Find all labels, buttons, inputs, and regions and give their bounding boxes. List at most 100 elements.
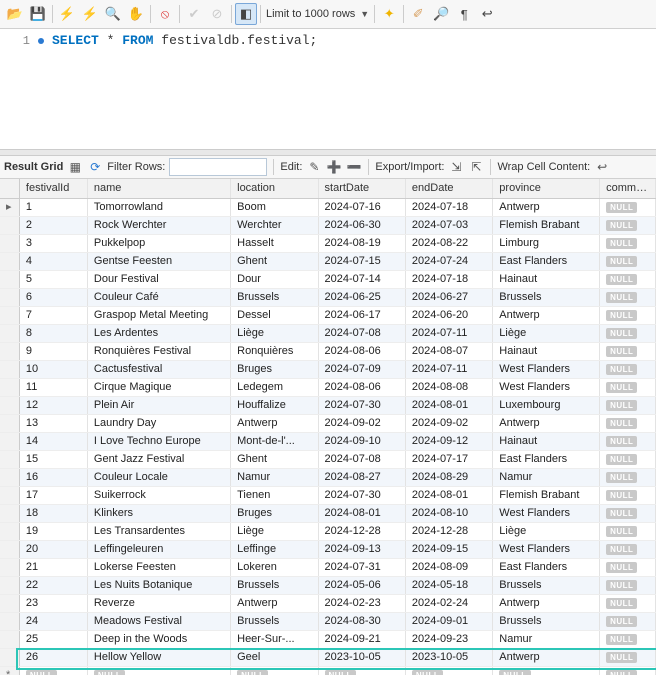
cell[interactable]: Leffingeleuren bbox=[87, 541, 230, 559]
cell[interactable]: 7 bbox=[19, 307, 87, 325]
cell[interactable]: NULL bbox=[600, 577, 656, 595]
cell[interactable]: Boom bbox=[231, 199, 318, 217]
cell[interactable]: 2024-06-27 bbox=[405, 289, 492, 307]
sql-editor[interactable]: 1 SELECT * FROM festivaldb.festival; bbox=[0, 29, 656, 149]
row-header[interactable] bbox=[0, 595, 19, 613]
table-row[interactable]: 14I Love Techno EuropeMont-de-l'...2024-… bbox=[0, 433, 656, 451]
table-row[interactable]: 9Ronquières FestivalRonquières2024-08-06… bbox=[0, 343, 656, 361]
row-header[interactable] bbox=[0, 217, 19, 235]
cell[interactable]: 2024-07-15 bbox=[318, 253, 405, 271]
row-header[interactable] bbox=[0, 631, 19, 649]
cell[interactable]: Dessel bbox=[231, 307, 318, 325]
cell[interactable]: 2024-09-02 bbox=[405, 415, 492, 433]
explain-icon[interactable]: 🔍 bbox=[102, 3, 124, 25]
cell[interactable]: Liège bbox=[231, 325, 318, 343]
cell[interactable]: East Flanders bbox=[493, 451, 600, 469]
cell[interactable]: NULL bbox=[600, 217, 656, 235]
cell[interactable]: 8 bbox=[19, 325, 87, 343]
cell[interactable]: Suikerrock bbox=[87, 487, 230, 505]
cell[interactable]: 2024-08-27 bbox=[318, 469, 405, 487]
cell[interactable]: 10 bbox=[19, 361, 87, 379]
table-row[interactable]: 13Laundry DayAntwerp2024-09-022024-09-02… bbox=[0, 415, 656, 433]
refresh-icon[interactable]: ⟳ bbox=[87, 159, 103, 175]
table-row[interactable]: 2Rock WerchterWerchter2024-06-302024-07-… bbox=[0, 217, 656, 235]
col-name[interactable]: name bbox=[87, 179, 230, 199]
grid-view-icon[interactable]: ▦ bbox=[67, 159, 83, 175]
cell[interactable]: West Flanders bbox=[493, 379, 600, 397]
table-row[interactable]: 11Cirque MagiqueLedegem2024-08-062024-08… bbox=[0, 379, 656, 397]
cell[interactable]: 19 bbox=[19, 523, 87, 541]
cell[interactable]: 2024-08-09 bbox=[405, 559, 492, 577]
table-row[interactable]: 6Couleur CaféBrussels2024-06-252024-06-2… bbox=[0, 289, 656, 307]
cell[interactable]: NULL bbox=[493, 667, 600, 675]
cell[interactable]: Brussels bbox=[493, 613, 600, 631]
row-header[interactable] bbox=[0, 415, 19, 433]
cell[interactable]: 3 bbox=[19, 235, 87, 253]
table-row[interactable]: 26Hellow YellowGeel2023-10-052023-10-05A… bbox=[0, 649, 656, 667]
cell[interactable]: Rock Werchter bbox=[87, 217, 230, 235]
cell[interactable]: 2024-06-20 bbox=[405, 307, 492, 325]
cell[interactable]: Antwerp bbox=[493, 649, 600, 667]
cell[interactable]: NULL bbox=[600, 397, 656, 415]
autocommit-icon[interactable]: ◧ bbox=[235, 3, 257, 25]
col-festivalid[interactable]: festivalId bbox=[19, 179, 87, 199]
cell[interactable]: Antwerp bbox=[231, 415, 318, 433]
row-header[interactable] bbox=[0, 649, 19, 667]
cell[interactable]: 2024-08-06 bbox=[318, 379, 405, 397]
cell[interactable]: 22 bbox=[19, 577, 87, 595]
cell[interactable]: Leffinge bbox=[231, 541, 318, 559]
cell[interactable]: 2024-07-18 bbox=[405, 271, 492, 289]
cell[interactable]: NULL bbox=[600, 523, 656, 541]
cell[interactable]: West Flanders bbox=[493, 505, 600, 523]
cell[interactable]: NULL bbox=[600, 415, 656, 433]
cell[interactable]: 2023-10-05 bbox=[405, 649, 492, 667]
row-header-new[interactable]: * bbox=[0, 667, 19, 675]
cell[interactable]: Hainaut bbox=[493, 433, 600, 451]
splitter[interactable] bbox=[0, 149, 656, 156]
row-header[interactable] bbox=[0, 379, 19, 397]
limit-label[interactable]: Limit to 1000 rows bbox=[264, 8, 357, 20]
cell[interactable]: Klinkers bbox=[87, 505, 230, 523]
cell[interactable]: NULL bbox=[231, 667, 318, 675]
cell[interactable]: NULL bbox=[600, 487, 656, 505]
cell[interactable]: Les Nuits Botanique bbox=[87, 577, 230, 595]
cell[interactable]: Namur bbox=[493, 631, 600, 649]
cell[interactable]: Ronquières Festival bbox=[87, 343, 230, 361]
cell[interactable]: Brussels bbox=[493, 289, 600, 307]
cell[interactable]: NULL bbox=[600, 631, 656, 649]
export-icon[interactable]: ⇲ bbox=[448, 159, 464, 175]
table-row[interactable]: 25Deep in the WoodsHeer-Sur-...2024-09-2… bbox=[0, 631, 656, 649]
row-header[interactable] bbox=[0, 433, 19, 451]
cell[interactable]: Liège bbox=[231, 523, 318, 541]
cell[interactable]: NULL bbox=[600, 235, 656, 253]
row-header[interactable] bbox=[0, 541, 19, 559]
cell[interactable]: Cirque Magique bbox=[87, 379, 230, 397]
table-row[interactable]: 20LeffingeleurenLeffinge2024-09-132024-0… bbox=[0, 541, 656, 559]
favorite-icon[interactable]: ✦ bbox=[378, 3, 400, 25]
commit-icon[interactable]: ✔ bbox=[183, 3, 205, 25]
cell[interactable]: 2 bbox=[19, 217, 87, 235]
row-header[interactable] bbox=[0, 559, 19, 577]
cell[interactable]: 2024-07-16 bbox=[318, 199, 405, 217]
row-header[interactable] bbox=[0, 343, 19, 361]
cell[interactable]: 14 bbox=[19, 433, 87, 451]
cell[interactable]: NULL bbox=[405, 667, 492, 675]
cell[interactable]: 2024-09-13 bbox=[318, 541, 405, 559]
cell[interactable]: 12 bbox=[19, 397, 87, 415]
table-row[interactable]: 3PukkelpopHasselt2024-08-192024-08-22Lim… bbox=[0, 235, 656, 253]
cell[interactable]: 2024-07-09 bbox=[318, 361, 405, 379]
cell[interactable]: 2024-07-03 bbox=[405, 217, 492, 235]
cell[interactable]: 25 bbox=[19, 631, 87, 649]
cell[interactable]: NULL bbox=[600, 595, 656, 613]
save-icon[interactable]: 💾 bbox=[27, 3, 49, 25]
row-header[interactable] bbox=[0, 235, 19, 253]
cell[interactable]: Bruges bbox=[231, 361, 318, 379]
cell[interactable]: 2024-02-24 bbox=[405, 595, 492, 613]
cell[interactable]: 2024-07-31 bbox=[318, 559, 405, 577]
row-header[interactable] bbox=[0, 451, 19, 469]
cell[interactable]: Liège bbox=[493, 325, 600, 343]
cell[interactable]: Les Ardentes bbox=[87, 325, 230, 343]
cell[interactable]: Brussels bbox=[231, 613, 318, 631]
cell[interactable]: 2024-07-30 bbox=[318, 397, 405, 415]
cell[interactable]: Lokerse Feesten bbox=[87, 559, 230, 577]
